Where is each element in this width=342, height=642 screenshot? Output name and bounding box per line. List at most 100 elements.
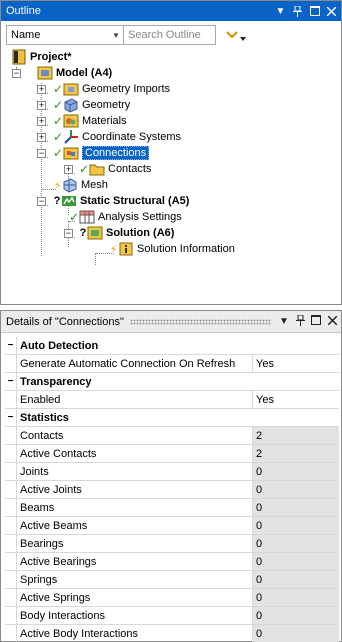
tree-node-materials[interactable]: ✓ Materials — [53, 113, 127, 129]
expand-toggle[interactable]: + — [64, 165, 73, 174]
pin-icon[interactable] — [290, 4, 305, 19]
tree-node-project[interactable]: Project* — [11, 49, 72, 65]
property-value: 0 — [253, 499, 339, 516]
close-icon[interactable] — [324, 4, 339, 19]
collapse-toggle[interactable]: − — [5, 409, 17, 426]
property-value: 2 — [253, 427, 339, 444]
tree-label: Coordinate Systems — [82, 131, 182, 143]
details-property-row[interactable]: Beams 0 — [5, 499, 339, 517]
question-icon: ? — [53, 195, 61, 207]
property-value[interactable]: Yes — [253, 391, 339, 408]
expand-toggle[interactable]: + — [37, 101, 46, 110]
geometry-icon — [63, 97, 79, 113]
row-indent — [5, 445, 17, 462]
tree-label: Static Structural (A5) — [80, 195, 190, 207]
property-name: Active Bearings — [17, 553, 253, 570]
pin-icon[interactable] — [293, 314, 307, 329]
expand-toggle[interactable]: + — [37, 85, 46, 94]
tree-node-mesh[interactable]: ⚡ Mesh — [53, 177, 108, 193]
details-category-label: Statistics — [20, 411, 69, 424]
connections-icon — [63, 145, 79, 161]
property-name: Bearings — [17, 535, 253, 552]
tree-node-solution-information[interactable]: ⚡ Solution Information — [109, 241, 235, 257]
property-name: Active Body Interactions — [17, 625, 253, 642]
collapse-toggle[interactable]: − — [5, 337, 17, 354]
details-grid: − Auto Detection Generate Automatic Connec… — [5, 337, 339, 642]
tree-node-model[interactable]: Model (A4) — [37, 65, 112, 81]
solution-icon — [87, 225, 103, 241]
collapse-toggle[interactable]: − — [37, 197, 46, 206]
collapse-toggle[interactable]: − — [5, 373, 17, 390]
property-name: Contacts — [17, 427, 253, 444]
property-name: Active Springs — [17, 589, 253, 606]
tree-node-contacts[interactable]: ✓ Contacts — [79, 161, 151, 177]
tree-label: Project* — [30, 51, 72, 63]
tree-node-geometry[interactable]: ✓ Geometry — [53, 97, 130, 113]
collapse-toggle[interactable]: − — [12, 69, 21, 78]
row-indent — [5, 391, 17, 408]
tree-label: Model (A4) — [56, 67, 113, 79]
tree-node-connections[interactable]: ✓ Connections — [53, 145, 150, 161]
details-property-row[interactable]: Active Joints 0 — [5, 481, 339, 499]
chevron-down-icon — [226, 31, 238, 39]
lightning-icon: ⚡ — [109, 243, 118, 256]
maximize-icon[interactable] — [309, 315, 323, 328]
details-property-row[interactable]: Body Interactions 0 — [5, 607, 339, 625]
maximize-icon[interactable] — [307, 4, 322, 19]
tree-node-solution[interactable]: ? Solution (A6) — [79, 225, 174, 241]
row-indent — [5, 517, 17, 534]
property-name: Active Joints — [17, 481, 253, 498]
details-category-label: Auto Detection — [20, 339, 99, 352]
details-property-row[interactable]: Generate Automatic Connection On Refresh… — [5, 355, 339, 373]
tree-node-coordinate-systems[interactable]: ✓ Coordinate Systems — [53, 129, 181, 145]
expand-toggle[interactable]: + — [37, 133, 46, 142]
geometry-imports-icon — [63, 81, 79, 97]
property-name: Generate Automatic Connection On Refresh — [17, 355, 253, 372]
close-icon[interactable] — [325, 315, 339, 328]
row-indent — [5, 571, 17, 588]
filter-type-select[interactable]: Name ▼ — [6, 25, 124, 45]
expand-toggle[interactable]: + — [37, 117, 46, 126]
tree-label: Geometry Imports — [82, 83, 171, 95]
details-property-row[interactable]: Active Bearings 0 — [5, 553, 339, 571]
details-category-row[interactable]: − Statistics — [5, 409, 339, 427]
row-indent — [5, 463, 17, 480]
property-name: Body Interactions — [17, 607, 253, 624]
tree-label: Connections — [82, 146, 150, 160]
details-property-row[interactable]: Springs 0 — [5, 571, 339, 589]
details-category-row[interactable]: − Transparency — [5, 373, 339, 391]
static-structural-icon — [61, 193, 77, 209]
solution-information-icon — [118, 241, 134, 257]
filter-type-value: Name — [11, 29, 41, 41]
dropdown-icon[interactable]: ▼ — [277, 316, 291, 327]
collapse-toggle[interactable]: − — [64, 229, 73, 238]
details-property-row[interactable]: Active Springs 0 — [5, 589, 339, 607]
tree-node-geometry-imports[interactable]: ✓ Geometry Imports — [53, 81, 170, 97]
materials-icon — [63, 113, 79, 129]
row-indent — [5, 427, 17, 444]
tree-node-analysis-settings[interactable]: ✓ Analysis Settings — [69, 209, 182, 225]
row-indent — [5, 535, 17, 552]
details-property-row[interactable]: Active Beams 0 — [5, 517, 339, 535]
check-icon: ✓ — [53, 114, 64, 128]
search-outline-input[interactable]: Search Outline — [124, 25, 216, 45]
grip-dots[interactable] — [129, 318, 271, 325]
details-property-row[interactable]: Enabled Yes — [5, 391, 339, 409]
filter-options-button[interactable] — [226, 29, 246, 41]
row-indent — [5, 355, 17, 372]
tree-label: Geometry — [82, 99, 131, 111]
details-property-row[interactable]: Contacts 2 — [5, 427, 339, 445]
details-category-label: Transparency — [20, 375, 92, 388]
dropdown-icon[interactable]: ▼ — [273, 4, 288, 19]
details-property-row[interactable]: Active Body Interactions 0 — [5, 625, 339, 642]
check-icon: ✓ — [53, 146, 64, 160]
tree-label: Analysis Settings — [98, 211, 182, 223]
details-category-row[interactable]: − Auto Detection — [5, 337, 339, 355]
details-property-row[interactable]: Active Contacts 2 — [5, 445, 339, 463]
details-property-row[interactable]: Bearings 0 — [5, 535, 339, 553]
tree-node-static-structural[interactable]: ? Static Structural (A5) — [53, 193, 190, 209]
details-property-row[interactable]: Joints 0 — [5, 463, 339, 481]
collapse-toggle[interactable]: − — [37, 149, 46, 158]
property-name: Active Beams — [17, 517, 253, 534]
property-value[interactable]: Yes — [253, 355, 339, 372]
